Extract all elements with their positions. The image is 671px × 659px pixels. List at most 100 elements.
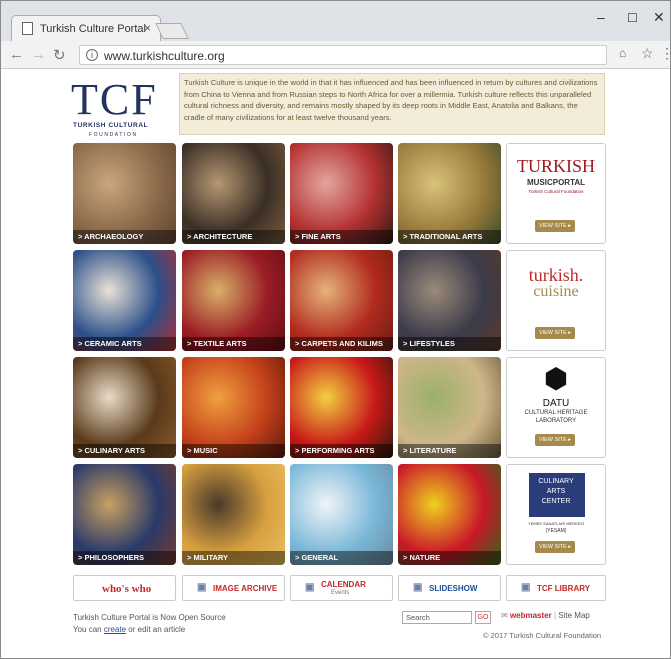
minimize-button[interactable]: –	[597, 9, 605, 25]
menu-icon[interactable]: ⋮	[660, 45, 671, 62]
bottom-link-tcf-library[interactable]: ▣ TCF LIBRARY	[506, 575, 606, 601]
link-label: TCF LIBRARY	[537, 584, 591, 593]
webmaster-link[interactable]: webmaster	[510, 611, 552, 620]
view-site-button[interactable]: VIEW SITE ▸	[535, 541, 575, 553]
category-tile-fine-arts[interactable]: > FINE ARTS	[290, 143, 393, 244]
back-arrow-icon[interactable]: ←	[9, 46, 24, 63]
promo-note-2: (YESAM)	[545, 528, 567, 534]
link-icon: ▣	[521, 582, 531, 593]
create-link[interactable]: create	[104, 625, 126, 634]
search-input[interactable]: Search	[402, 611, 472, 624]
forward-arrow-icon[interactable]: →	[31, 46, 46, 63]
promo-subtitle: ARTS	[546, 488, 566, 495]
tile-label: > TEXTILE ARTS	[187, 339, 247, 348]
tile-label: > TRADITIONAL ARTS	[403, 232, 483, 241]
bottom-link-slideshow[interactable]: ▣ SLIDESHOW	[398, 575, 501, 601]
category-tile-culinary-arts[interactable]: > CULINARY ARTS	[73, 357, 176, 458]
info-icon[interactable]: i	[86, 49, 98, 61]
tile-caption: > LIFESTYLES	[398, 337, 501, 351]
category-tile-philosophers[interactable]: > PHILOSOPHERS	[73, 464, 176, 565]
category-tile-general[interactable]: > GENERAL	[290, 464, 393, 565]
intro-text: Turkish Culture is unique in the world i…	[179, 73, 605, 135]
promo-card-2[interactable]: turkish. cuisine VIEW SITE ▸	[506, 250, 606, 351]
url-text: www.turkishculture.org	[104, 49, 225, 63]
tile-label: > PERFORMING ARTS	[295, 446, 375, 455]
bottom-link-image-archive[interactable]: ▣ IMAGE ARCHIVE	[182, 575, 285, 601]
mail-icon: ✉	[501, 611, 508, 620]
tile-caption: > GENERAL	[290, 551, 393, 565]
tile-caption: > FINE ARTS	[290, 230, 393, 244]
open-source-notice: Turkish Culture Portal is Now Open Sourc…	[73, 613, 226, 622]
promo-title: DATU	[542, 398, 570, 409]
promo-subtitle-2: LABORATORY	[535, 418, 577, 424]
tile-caption: > ARCHAEOLOGY	[73, 230, 176, 244]
tile-caption: > ARCHITECTURE	[182, 230, 285, 244]
copyright: © 2017 Turkish Cultural Foundation	[483, 631, 602, 640]
promo-card-1[interactable]: TURKISH MUSICPORTAL Turkish Cultural Found…	[506, 143, 606, 244]
tile-caption: > PERFORMING ARTS	[290, 444, 393, 458]
tile-label: > LITERATURE	[403, 446, 457, 455]
browser-window: Turkish Culture Portal × – ☐ ✕ ← → ↻ i w…	[0, 0, 671, 659]
translate-icon[interactable]: ⌂	[619, 46, 626, 60]
close-tab-icon[interactable]: ×	[144, 21, 151, 35]
category-tile-archaeology[interactable]: > ARCHAEOLOGY	[73, 143, 176, 244]
category-tile-music[interactable]: > MUSIC	[182, 357, 285, 458]
address-bar[interactable]: i www.turkishculture.org	[79, 45, 607, 65]
promo-subtitle: MUSICPORTAL	[526, 178, 586, 187]
bottom-links: who's who ▣ IMAGE ARCHIVE ▣ CALENDAR Events ▣ S…	[73, 575, 606, 603]
tile-label: > PHILOSOPHERS	[78, 553, 145, 562]
category-tile-lifestyles[interactable]: > LIFESTYLES	[398, 250, 501, 351]
tile-label: > LIFESTYLES	[403, 339, 455, 348]
tab-bar: Turkish Culture Portal × – ☐ ✕	[1, 1, 670, 41]
page-content: TCF TURKISH CULTURAL FOUNDATION Turkish …	[1, 70, 670, 658]
navigation-bar: ← → ↻ i www.turkishculture.org ⌂ ☆ ⋮	[1, 41, 671, 69]
footer-links: ✉ webmaster | Site Map	[501, 611, 590, 620]
view-site-button[interactable]: VIEW SITE ▸	[535, 327, 575, 339]
category-tile-military[interactable]: > MILITARY	[182, 464, 285, 565]
tile-label: > MILITARY	[187, 553, 229, 562]
sitemap-link[interactable]: Site Map	[558, 611, 590, 620]
maximize-button[interactable]: ☐	[627, 11, 638, 25]
promo-card-4[interactable]: CULINARY ARTS CENTER YEMEK SANATLARI MERKEZ…	[506, 464, 606, 565]
bookmark-star-icon[interactable]: ☆	[641, 45, 654, 62]
bottom-link-who-s-who[interactable]: who's who	[73, 575, 176, 601]
category-tile-traditional-arts[interactable]: > TRADITIONAL ARTS	[398, 143, 501, 244]
tile-label: > ARCHAEOLOGY	[78, 232, 144, 241]
category-tile-literature[interactable]: > LITERATURE	[398, 357, 501, 458]
tile-caption: > MILITARY	[182, 551, 285, 565]
page-icon	[22, 22, 33, 35]
category-tile-architecture[interactable]: > ARCHITECTURE	[182, 143, 285, 244]
promo-note: Turkish Cultural Foundation	[528, 189, 584, 194]
tile-label: > CULINARY ARTS	[78, 446, 146, 455]
link-separator: |	[553, 611, 557, 620]
view-site-button[interactable]: VIEW SITE ▸	[535, 434, 575, 446]
category-tile-carpets-and-kilims[interactable]: > CARPETS AND KILIMS	[290, 250, 393, 351]
tile-label: > GENERAL	[295, 553, 339, 562]
promo-title: CULINARY	[538, 478, 574, 485]
close-window-button[interactable]: ✕	[653, 9, 665, 26]
promo-subtitle: cuisine	[533, 283, 579, 300]
tile-label: > CERAMIC ARTS	[78, 339, 142, 348]
go-button[interactable]: GO	[475, 611, 491, 624]
logo-line1: TURKISH CULTURAL	[73, 122, 149, 129]
tile-caption: > CULINARY ARTS	[73, 444, 176, 458]
reload-icon[interactable]: ↻	[53, 46, 66, 64]
link-label: CALENDAR	[321, 580, 366, 589]
logo-line2: FOUNDATION	[89, 132, 138, 138]
view-site-button[interactable]: VIEW SITE ▸	[535, 220, 575, 232]
tile-caption: > PHILOSOPHERS	[73, 551, 176, 565]
tcf-logo[interactable]: TCF TURKISH CULTURAL FOUNDATION	[71, 75, 179, 140]
category-tile-nature[interactable]: > NATURE	[398, 464, 501, 565]
promo-title: TURKISH	[516, 156, 595, 176]
category-tile-textile-arts[interactable]: > TEXTILE ARTS	[182, 250, 285, 351]
category-tile-performing-arts[interactable]: > PERFORMING ARTS	[290, 357, 393, 458]
link-label: who's who	[102, 583, 152, 595]
link-label: SLIDESHOW	[429, 584, 478, 593]
promo-subtitle-2: CENTER	[541, 498, 571, 505]
tab-turkish-culture[interactable]: Turkish Culture Portal ×	[11, 15, 161, 41]
promo-subtitle: CULTURAL HERITAGE	[524, 410, 588, 416]
promo-note: YEMEK SANATLARI MERKEZİ	[528, 521, 584, 526]
promo-card-3[interactable]: ⬢ DATU CULTURAL HERITAGE LABORATORY VIEW SIT…	[506, 357, 606, 458]
bottom-link-calendar[interactable]: ▣ CALENDAR Events	[290, 575, 393, 601]
category-tile-ceramic-arts[interactable]: > CERAMIC ARTS	[73, 250, 176, 351]
